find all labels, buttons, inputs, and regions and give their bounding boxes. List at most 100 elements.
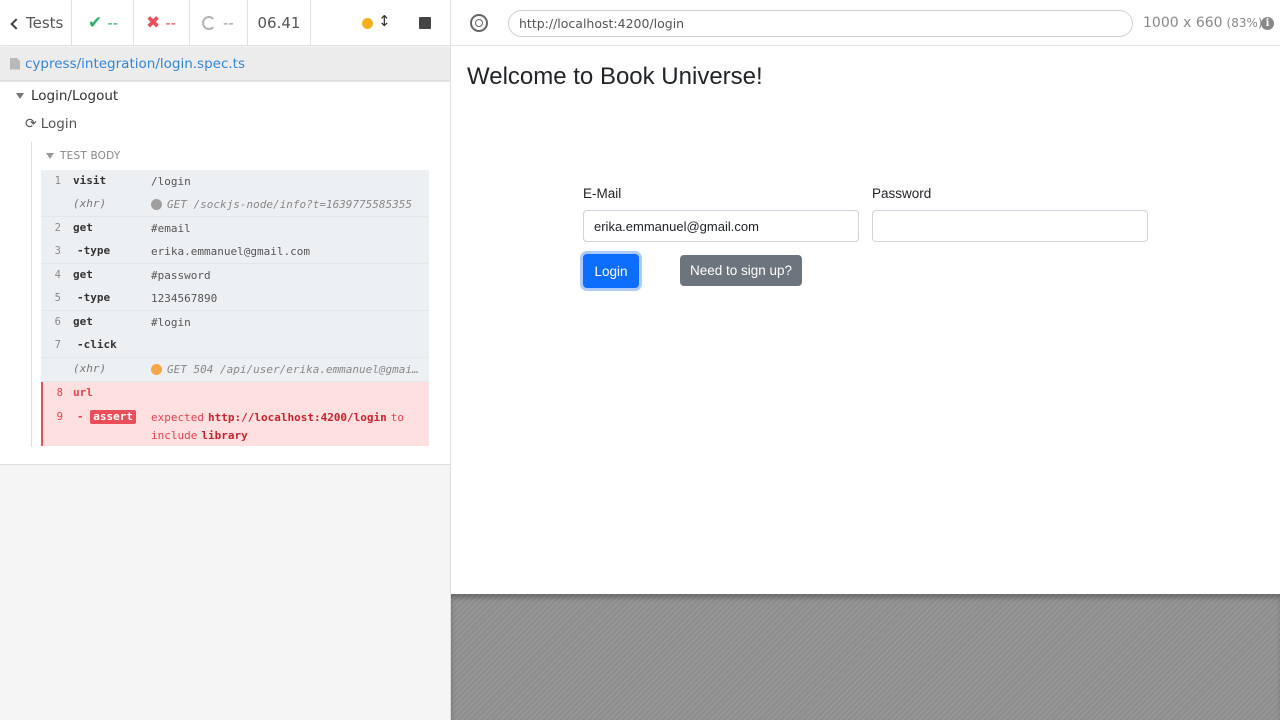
command-row[interactable]: 3 -type erika.emmanuel@gmail.com — [41, 240, 429, 264]
assert-to: to — [390, 411, 405, 424]
assert-expected-value: library — [201, 429, 248, 442]
viewport-backdrop — [451, 594, 1280, 720]
command-log: 1 visit /login (xhr) GET /sockjs-node/in… — [41, 170, 429, 446]
spec-path-link[interactable]: cypress/integration/login.spec.ts — [25, 56, 245, 72]
cross-icon: ✖ — [146, 13, 161, 33]
command-number: 2 — [54, 222, 61, 234]
xhr-text: GET 504 /api/user/erika.emmanuel@gmail.c… — [167, 363, 423, 376]
login-button[interactable]: Login — [583, 254, 639, 288]
command-name: get — [73, 221, 93, 234]
command-number: 5 — [54, 292, 61, 304]
info-icon[interactable]: i — [1261, 17, 1274, 30]
assert-message: expected http://localhost:4200/login to inc… — [151, 409, 423, 445]
password-field[interactable] — [872, 210, 1148, 242]
command-row[interactable]: 7 -click — [41, 334, 429, 358]
command-number: 6 — [54, 316, 61, 328]
command-message: #password — [151, 269, 211, 282]
test-login[interactable]: ⟳ Login — [25, 116, 77, 132]
command-name: -type — [77, 244, 111, 257]
reporter-header: Tests ✔ -- ✖ -- -- 06.41 ↕ — [0, 0, 450, 46]
viewport-scale: (83%) — [1226, 16, 1263, 30]
command-row-xhr[interactable]: (xhr) GET 504 /api/user/erika.emmanuel@g… — [41, 358, 429, 382]
command-number: 4 — [54, 269, 61, 281]
command-row[interactable]: 6 get #login — [41, 311, 429, 334]
viewport-size: 1000 x 660 — [1143, 15, 1223, 31]
spec-path-bar: cypress/integration/login.spec.ts — [0, 47, 450, 81]
passed-value: -- — [107, 14, 119, 32]
suite-login-logout[interactable]: Login/Logout — [16, 88, 118, 104]
aut-header: http://localhost:4200/login 1000 x 660 (8… — [451, 0, 1280, 46]
failed-value: -- — [165, 14, 177, 32]
command-number: 9 — [56, 411, 63, 423]
command-number: 7 — [54, 339, 61, 351]
command-name: url — [73, 386, 93, 399]
xhr-status-dot-icon — [151, 364, 162, 375]
app-iframe: Welcome to Book Universe! E-Mail Passwor… — [451, 47, 1280, 594]
xhr-text: GET /sockjs-node/info?t=1639775585355 — [167, 198, 413, 211]
command-row[interactable]: 2 get #email — [41, 217, 429, 240]
email-field[interactable]: erika.emmanuel@gmail.com — [583, 210, 859, 242]
xhr-status-dot-icon — [151, 199, 162, 210]
selector-playground-icon[interactable] — [470, 14, 488, 32]
chevron-left-icon — [10, 17, 22, 30]
assert-badge: assert — [90, 410, 136, 424]
run-controls: ↕ — [311, 0, 450, 46]
command-number: 1 — [54, 175, 61, 187]
signup-button[interactable]: Need to sign up? — [680, 255, 802, 286]
command-message: erika.emmanuel@gmail.com — [151, 245, 310, 258]
pending-value: -- — [223, 14, 234, 32]
tests-back-button[interactable]: Tests — [0, 0, 72, 46]
command-name: (xhr) — [73, 197, 107, 210]
assert-include: include — [151, 429, 198, 442]
command-name: (xhr) — [73, 362, 107, 375]
command-name: visit — [73, 174, 107, 187]
command-row[interactable]: 5 -type 1234567890 — [41, 287, 429, 311]
assert-expected: expected — [151, 411, 204, 424]
command-dash: - — [77, 410, 84, 423]
command-message: 1234567890 — [151, 292, 218, 305]
caret-down-icon — [16, 93, 24, 99]
running-indicator-icon — [362, 18, 373, 29]
command-name: get — [73, 268, 93, 281]
command-number: 3 — [54, 245, 61, 257]
assert-actual: http://localhost:4200/login — [207, 411, 387, 424]
tests-label: Tests — [26, 14, 64, 32]
command-name: - assert — [77, 410, 136, 424]
check-icon: ✔ — [88, 13, 103, 33]
test-body-label: TEST BODY — [60, 150, 121, 162]
page-title: Welcome to Book Universe! — [467, 63, 763, 90]
command-row-xhr[interactable]: (xhr) GET /sockjs-node/info?t=1639775585… — [41, 193, 429, 217]
test-title: Login — [40, 116, 78, 132]
passed-count: ✔ -- — [72, 0, 134, 46]
command-message: GET /sockjs-node/info?t=1639775585355 — [151, 198, 423, 211]
command-name: -type — [77, 291, 111, 304]
test-body-header[interactable]: TEST BODY — [46, 150, 120, 162]
pending-count: -- — [190, 0, 248, 46]
duration: 06.41 — [248, 0, 311, 46]
suite-title: Login/Logout — [31, 88, 119, 104]
command-message: #email — [151, 222, 191, 235]
viewport-info: 1000 x 660 (83%) — [1143, 15, 1263, 31]
command-name: get — [73, 315, 93, 328]
aut-panel: http://localhost:4200/login 1000 x 660 (8… — [450, 0, 1280, 720]
stop-button[interactable] — [419, 17, 431, 29]
command-row-failed[interactable]: 9 - assert expected http://localhost:4200… — [41, 406, 429, 446]
command-message: /login — [151, 175, 191, 188]
command-number: 8 — [56, 387, 63, 399]
email-label: E-Mail — [583, 186, 622, 201]
auto-scroll-icon[interactable]: ↕ — [378, 12, 391, 30]
command-row-failed[interactable]: 8 url — [41, 382, 429, 406]
failed-count: ✖ -- — [134, 0, 190, 46]
url-display[interactable]: http://localhost:4200/login — [508, 10, 1133, 37]
command-row[interactable]: 4 get #password — [41, 264, 429, 287]
password-label: Password — [872, 186, 932, 201]
command-message: GET 504 /api/user/erika.emmanuel@gmail.c… — [151, 363, 423, 376]
command-name: -click — [77, 338, 117, 351]
file-icon — [10, 57, 20, 70]
caret-down-icon — [46, 153, 54, 159]
reporter-panel: Tests ✔ -- ✖ -- -- 06.41 ↕ cypress/integ… — [0, 0, 450, 720]
refresh-icon: ⟳ — [25, 116, 37, 132]
pending-spinner-icon — [202, 16, 216, 30]
command-row[interactable]: 1 visit /login — [41, 170, 429, 193]
command-message: #login — [151, 316, 191, 329]
